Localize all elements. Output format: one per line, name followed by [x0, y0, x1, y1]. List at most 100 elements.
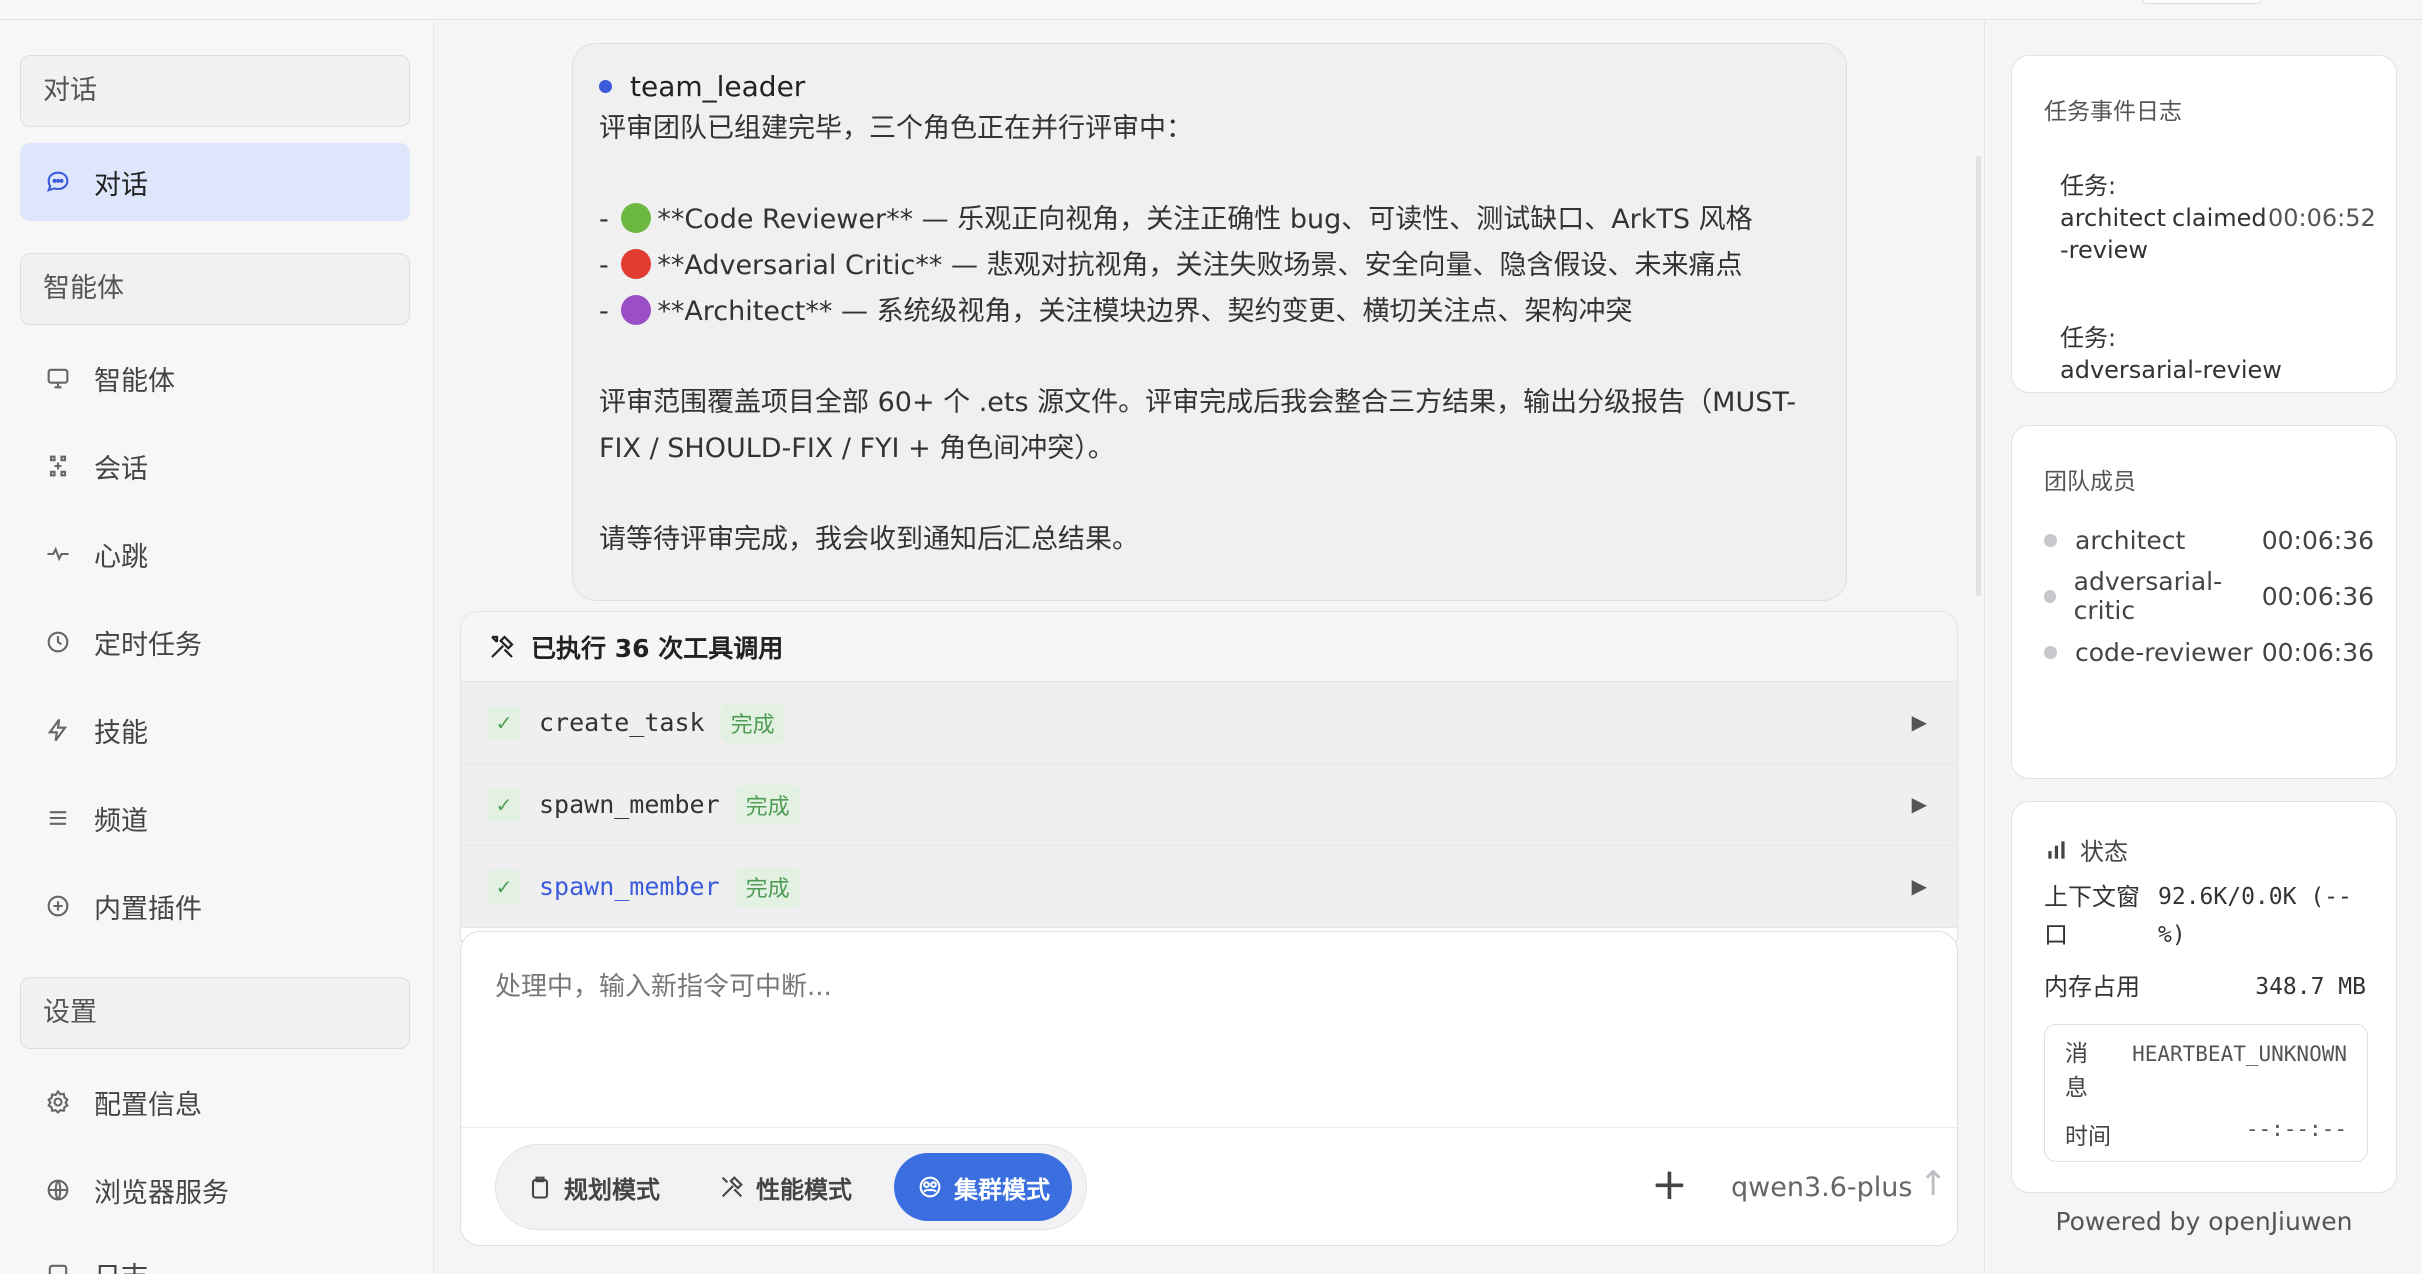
plus-circle-icon — [42, 890, 74, 922]
member-status-dot — [2044, 645, 2057, 659]
sidebar-item-skills[interactable]: 技能 — [20, 691, 410, 769]
chat-input-placeholder[interactable]: 处理中，输入新指令可中断... — [495, 966, 832, 1003]
context-window-label: 上下文窗口 — [2044, 883, 2140, 949]
model-selector[interactable]: qwen3.6-plus — [1731, 1172, 1912, 1203]
sidebar-section-agents[interactable]: 智能体 — [20, 253, 410, 325]
powered-by-footer: Powered by openJiuwen — [2055, 1207, 2353, 1236]
tools-icon — [491, 634, 514, 658]
sidebar-item-label: 频道 — [94, 805, 148, 837]
gear-icon — [42, 1086, 74, 1118]
sidebar-item-scheduled-tasks[interactable]: 定时任务 — [20, 603, 410, 681]
mode-label: 性能模式 — [756, 1175, 852, 1204]
sidebar-item-browser-service[interactable]: 浏览器服务 — [20, 1151, 410, 1229]
tool-call-row[interactable]: ✓ create_task 完成 ▶ — [461, 682, 1957, 764]
chat-input-box[interactable]: 处理中，输入新指令可中断... 规划模式 性能模式 集群模式 + qwen3.6… — [460, 931, 1958, 1246]
sidebar-item-agents[interactable]: 智能体 — [20, 339, 410, 417]
scrollbar[interactable] — [1976, 156, 1981, 596]
top-bar-control[interactable] — [2142, 0, 2262, 4]
message-label: 消息 — [2065, 1041, 2088, 1101]
expand-arrow-icon[interactable]: ▶ — [1912, 874, 1927, 898]
dash-text: - — [599, 204, 618, 235]
member-time: 00:06:36 — [2261, 637, 2374, 667]
dash-text: - — [599, 296, 618, 327]
tool-call-row[interactable]: ✓ spawn_member 完成 ▶ — [461, 764, 1957, 846]
member-name: architect — [2075, 525, 2186, 555]
status-card: 状态 上下文窗口 92.6K/0.0K (--%) 内存占用 348.7 MB … — [2011, 801, 2397, 1193]
sidebar-item-label: 定时任务 — [94, 629, 202, 661]
sidebar-section-chat[interactable]: 对话 — [20, 55, 410, 127]
status-badge: 完成 — [735, 784, 800, 825]
sidebar-item-label: 内置插件 — [94, 893, 202, 925]
task-event-log-card: 任务事件日志 任务: architect-review claimed 00:0… — [2011, 55, 2397, 393]
expand-arrow-icon[interactable]: ▶ — [1912, 792, 1927, 816]
sidebar-item-chat[interactable]: 对话 — [20, 143, 410, 221]
mode-selector: 规划模式 性能模式 集群模式 — [495, 1144, 1087, 1230]
memory-usage-value: 348.7 MB — [2255, 974, 2366, 1000]
context-window-value: 92.6K/0.0K (--%) — [2158, 884, 2352, 948]
sidebar-item-sessions[interactable]: 会话 — [20, 427, 410, 505]
event-label: 任务: — [2060, 172, 2117, 200]
heartbeat-info: 消息 HEARTBEAT_UNKNOWN 时间 --:--:-- — [2044, 1024, 2368, 1162]
time-label: 时间 — [2065, 1124, 2111, 1150]
role-adversarial-critic: **Adversarial Critic** — 悲观对抗视角，关注失败场景、安… — [657, 250, 1743, 281]
message-card: team_leader 评审团队已组建完毕，三个角色正在并行评审中： - **C… — [572, 43, 1847, 601]
add-attachment-button[interactable]: + — [1651, 1160, 1688, 1210]
event-time: 00:06:52 — [2268, 204, 2376, 232]
green-circle-icon — [621, 203, 652, 233]
team-member[interactable]: architect 00:06:36 — [2044, 520, 2374, 560]
tool-calls-header[interactable]: 已执行 36 次工具调用 — [461, 612, 1957, 682]
event-label: 任务: — [2060, 324, 2117, 352]
cluster-mode-button[interactable]: 集群模式 — [894, 1153, 1072, 1221]
sidebar-item-logs[interactable]: 日志 — [20, 1235, 410, 1274]
sidebar: 对话 对话 智能体 智能体 会话 心跳 定时任务 技能 频道 内置插件 设置 配… — [0, 21, 434, 1274]
member-time: 00:06:36 — [2261, 581, 2374, 611]
log-icon — [42, 1258, 74, 1274]
role-architect: **Architect** — 系统级视角，关注模块边界、契约变更、横切关注点、… — [657, 296, 1633, 327]
team-member[interactable]: adversarial-critic 00:06:36 — [2044, 567, 2374, 625]
red-circle-icon — [621, 249, 652, 279]
plan-mode-button[interactable]: 规划模式 — [504, 1153, 682, 1221]
sidebar-item-heartbeat[interactable]: 心跳 — [20, 515, 410, 593]
message-line: 评审团队已组建完毕，三个角色正在并行评审中： — [599, 113, 1193, 144]
chat-bubble-icon — [42, 166, 74, 198]
member-status-dot — [2044, 533, 2057, 547]
card-title: 任务事件日志 — [2044, 99, 2182, 125]
mode-label: 集群模式 — [954, 1175, 1050, 1204]
status-header: 状态 — [2044, 832, 2128, 867]
sidebar-item-label: 配置信息 — [94, 1089, 202, 1121]
expand-arrow-icon[interactable]: ▶ — [1912, 710, 1927, 734]
heartbeat-icon — [42, 538, 74, 570]
memory-usage-label: 内存占用 — [2044, 973, 2140, 1001]
bar-chart-icon — [2048, 840, 2065, 859]
send-button[interactable]: ↑ — [1919, 1164, 1948, 1204]
sidebar-item-config[interactable]: 配置信息 — [20, 1063, 410, 1141]
check-icon: ✓ — [487, 869, 521, 904]
right-panel: 任务事件日志 任务: architect-review claimed 00:0… — [1984, 21, 2422, 1274]
globe-icon — [42, 1174, 74, 1206]
card-title: 状态 — [2080, 838, 2128, 866]
tool-name: create_task — [539, 708, 705, 737]
member-time: 00:06:36 — [2261, 525, 2374, 555]
clock-icon — [42, 626, 74, 658]
tool-name: spawn_member — [539, 872, 720, 901]
message-role-line: - **Architect** — 系统级视角，关注模块边界、契约变更、横切关注… — [599, 289, 1820, 335]
tool-name: spawn_member — [539, 790, 720, 819]
top-bar — [0, 0, 2422, 20]
sidebar-item-channels[interactable]: 频道 — [20, 779, 410, 857]
tool-call-row[interactable]: ✓ spawn_member 完成 ▶ — [461, 846, 1957, 928]
dash-text: - — [599, 250, 618, 281]
card-title: 团队成员 — [2044, 469, 2136, 495]
team-member[interactable]: code-reviewer 00:06:36 — [2044, 632, 2374, 672]
performance-mode-button[interactable]: 性能模式 — [696, 1153, 874, 1221]
author-dot-icon — [599, 79, 612, 93]
sidebar-item-label: 日志 — [94, 1255, 148, 1274]
check-icon: ✓ — [487, 705, 521, 740]
menu-icon — [42, 802, 74, 834]
divider — [461, 1127, 1957, 1128]
message-author: team_leader — [599, 66, 1820, 106]
sidebar-item-label: 浏览器服务 — [94, 1177, 229, 1209]
sidebar-item-plugins[interactable]: 内置插件 — [20, 867, 410, 945]
check-icon: ✓ — [487, 787, 521, 822]
sidebar-section-settings[interactable]: 设置 — [20, 977, 410, 1049]
author-name: team_leader — [630, 69, 806, 103]
